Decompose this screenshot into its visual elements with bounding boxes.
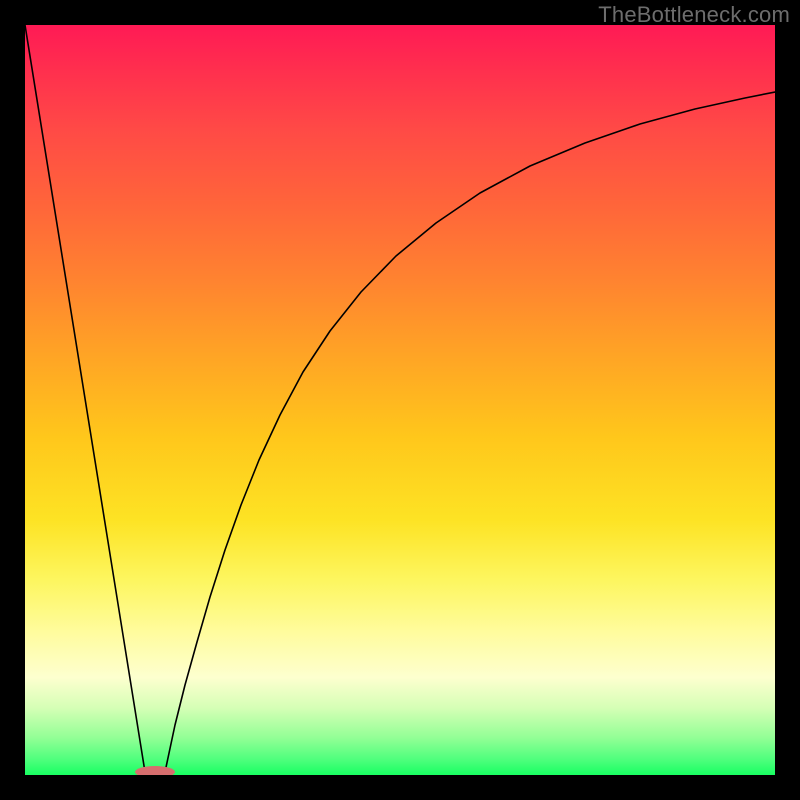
plot-area	[25, 25, 775, 775]
chart-frame: TheBottleneck.com	[0, 0, 800, 800]
curve-left-descent	[25, 25, 145, 772]
minimum-marker	[135, 766, 175, 775]
watermark-label: TheBottleneck.com	[598, 2, 790, 28]
curve-right-ascent	[165, 92, 775, 772]
curve-overlay	[25, 25, 775, 775]
